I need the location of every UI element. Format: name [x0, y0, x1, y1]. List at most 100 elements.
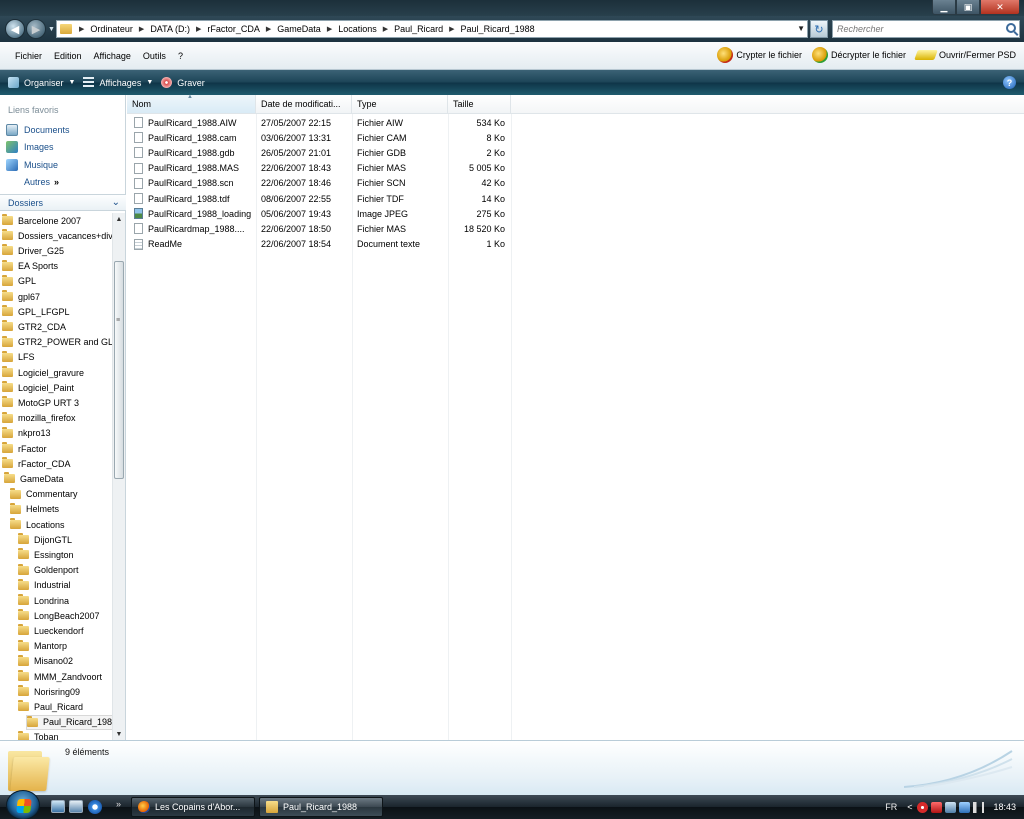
tree-folder-item[interactable]: Barcelone 2007	[2, 213, 81, 228]
scroll-down-arrow-icon[interactable]: ▼	[113, 728, 125, 740]
breadcrumb-separator[interactable]: ▶	[383, 25, 388, 33]
menu-outils[interactable]: Outils	[137, 51, 172, 61]
security-alert-icon[interactable]	[917, 801, 929, 813]
maximize-button[interactable]: ▣	[956, 0, 980, 15]
tree-folder-item[interactable]: Logiciel_Paint	[2, 380, 74, 395]
folders-header[interactable]: Dossiers ⌄	[0, 194, 126, 211]
tree-folder-item[interactable]: mozilla_firefox	[2, 411, 76, 426]
search-box[interactable]	[832, 20, 1020, 38]
organise-button[interactable]: Organiser ▼	[8, 77, 75, 88]
tree-folder-item[interactable]: GPL	[2, 274, 36, 289]
tree-folder-item[interactable]: Essington	[18, 547, 74, 562]
tree-folder-item[interactable]: MotoGP URT 3	[2, 395, 79, 410]
tree-folder-item[interactable]: LongBeach2007	[18, 608, 100, 623]
breadcrumb-separator[interactable]: ▶	[266, 25, 271, 33]
favorite-music[interactable]: Musique	[6, 159, 58, 171]
burn-button[interactable]: Graver	[161, 77, 205, 88]
quicklaunch-more-icon[interactable]: »	[116, 799, 121, 809]
breadcrumb-ordinateur[interactable]: Ordinateur	[90, 24, 133, 34]
menu-help[interactable]: ?	[172, 51, 189, 61]
internet-explorer-icon[interactable]	[88, 800, 102, 814]
scroll-up-arrow-icon[interactable]: ▲	[113, 213, 125, 225]
tree-folder-item[interactable]: GPL_LFGPL	[2, 304, 70, 319]
menu-edition[interactable]: Edition	[48, 51, 88, 61]
tree-folder-item[interactable]: rFactor	[2, 441, 47, 456]
file-row[interactable]: ReadMe 22/06/2007 18:54 Document texte 1 Ko	[127, 237, 511, 252]
tree-folder-item[interactable]: Londrina	[18, 593, 69, 608]
language-indicator[interactable]: FR	[885, 802, 897, 812]
monitor-icon[interactable]	[959, 801, 971, 813]
breadcrumb-separator[interactable]: ▶	[449, 25, 454, 33]
breadcrumb-data-drive[interactable]: DATA (D:)	[150, 24, 190, 34]
tree-folder-item[interactable]: Dossiers_vacances+divers	[2, 228, 112, 243]
tree-folder-item[interactable]: Norisring09	[18, 684, 80, 699]
menu-fichier[interactable]: Fichier	[0, 51, 48, 61]
taskbar-item-explorer[interactable]: Paul_Ricard_1988	[259, 797, 383, 817]
tree-folder-item[interactable]: LFS	[2, 350, 35, 365]
column-header-date[interactable]: Date de modificati...	[256, 95, 352, 114]
taskbar-item-firefox[interactable]: Les Copains d'Abor...	[131, 797, 255, 817]
breadcrumb-locations[interactable]: Locations	[338, 24, 377, 34]
tree-folder-item[interactable]: GTR2_CDA	[2, 319, 66, 334]
tree-folder-item[interactable]: gpl67	[2, 289, 40, 304]
help-button[interactable]: ?	[1003, 76, 1016, 89]
tree-folder-item[interactable]: rFactor_CDA	[2, 456, 71, 471]
folder-tree-scrollbar[interactable]: ▲ ≡ ▼	[112, 213, 125, 740]
favorite-images[interactable]: Images	[6, 141, 54, 153]
tree-folder-item[interactable]: nkpro13	[2, 426, 51, 441]
clock[interactable]: 18:43	[993, 802, 1016, 812]
open-close-psd-button[interactable]: Ouvrir/Fermer PSD	[914, 50, 1016, 60]
views-button[interactable]: Affichages ▼	[83, 77, 153, 88]
address-dropdown-icon[interactable]: ▼	[797, 24, 805, 33]
minimize-button[interactable]: ▁	[932, 0, 956, 15]
breadcrumb-paul-ricard[interactable]: Paul_Ricard	[394, 24, 443, 34]
file-row[interactable]: PaulRicardmap_1988.... 22/06/2007 18:50 Fi…	[127, 221, 511, 236]
breadcrumb-separator[interactable]: ▶	[139, 25, 144, 33]
tree-folder-item[interactable]: GTR2_POWER and GLORY	[2, 335, 112, 350]
forward-button[interactable]: ▶	[26, 19, 46, 39]
encrypt-file-button[interactable]: Crypter le fichier	[717, 47, 802, 63]
tree-folder-item[interactable]: Lueckendorf	[18, 623, 84, 638]
column-header-size[interactable]: Taille	[448, 95, 511, 114]
scrollbar-thumb[interactable]	[114, 261, 124, 479]
tree-folder-item[interactable]: Logiciel_gravure	[2, 365, 84, 380]
column-header-name[interactable]: ▲ Nom	[127, 94, 256, 114]
file-row[interactable]: PaulRicard_1988.gdb 26/05/2007 21:01 Fichi…	[127, 145, 511, 160]
volume-icon[interactable]	[973, 801, 985, 813]
tree-folder-item[interactable]: Driver_G25	[2, 243, 64, 258]
switch-windows-icon[interactable]	[69, 800, 83, 813]
show-desktop-icon[interactable]	[51, 800, 65, 813]
back-button[interactable]: ◀	[5, 19, 25, 39]
tree-folder-item[interactable]: Helmets	[10, 502, 59, 517]
breadcrumb-gamedata[interactable]: GameData	[277, 24, 321, 34]
tree-folder-item[interactable]: Misano02	[18, 654, 73, 669]
file-row[interactable]: PaulRicard_1988.MAS 22/06/2007 18:43 Fichi…	[127, 161, 511, 176]
breadcrumb-separator[interactable]: ▶	[79, 25, 84, 33]
menu-affichage[interactable]: Affichage	[88, 51, 137, 61]
network-icon[interactable]	[945, 801, 957, 813]
tree-folder-item[interactable]: Paul_Ricard	[18, 699, 83, 714]
start-button[interactable]	[6, 790, 40, 819]
file-row[interactable]: PaulRicard_1988.tdf 08/06/2007 22:55 Fichi…	[127, 191, 511, 206]
close-button[interactable]: ✕	[980, 0, 1020, 15]
tree-folder-item[interactable]: Toban	[18, 730, 59, 740]
file-row[interactable]: PaulRicard_1988.cam 03/06/2007 13:31 Fichi…	[127, 130, 511, 145]
file-row[interactable]: PaulRicard_1988_loading 05/06/2007 19:43 I…	[127, 206, 511, 221]
search-input[interactable]	[833, 24, 1001, 34]
refresh-button[interactable]: ↻	[810, 20, 828, 38]
more-favorites-link[interactable]: Autres»	[24, 177, 59, 187]
shield-icon[interactable]	[931, 801, 943, 813]
breadcrumb-paul-ricard-1988[interactable]: Paul_Ricard_1988	[461, 24, 535, 34]
tree-folder-item[interactable]: Goldenport	[18, 563, 79, 578]
tree-folder-item[interactable]: EA Sports	[2, 259, 58, 274]
favorite-documents[interactable]: Documents	[6, 124, 70, 136]
breadcrumb-separator[interactable]: ▶	[196, 25, 201, 33]
recent-pages-dropdown[interactable]: ▼	[48, 26, 55, 33]
tree-folder-item[interactable]: Paul_Ricard_1988	[26, 714, 112, 730]
tree-folder-item[interactable]: MMM_Zandvoort	[18, 669, 102, 684]
file-row[interactable]: PaulRicard_1988.scn 22/06/2007 18:46 Fichi…	[127, 176, 511, 191]
tree-folder-item[interactable]: Locations	[10, 517, 65, 532]
tree-folder-item[interactable]: Industrial	[18, 578, 71, 593]
tree-folder-item[interactable]: Commentary	[10, 487, 78, 502]
tree-folder-item[interactable]: GameData	[4, 471, 64, 486]
